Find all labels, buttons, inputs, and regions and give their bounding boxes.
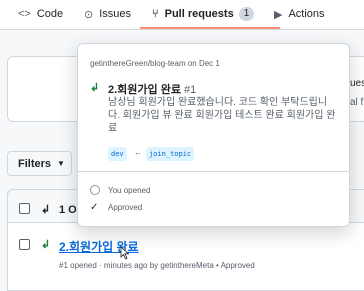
tab-code[interactable]: <> Code <box>18 0 63 28</box>
tab-pull-requests-label: Pull requests <box>164 8 234 20</box>
filters-label: Filters <box>18 157 52 170</box>
tab-pull-requests[interactable]: ⑂ Pull requests 1 <box>152 0 255 28</box>
arrow-left-icon: ← <box>134 148 142 157</box>
row-checkbox[interactable] <box>19 239 30 250</box>
active-tab-underline <box>140 27 280 29</box>
hovercard-divider <box>78 171 349 172</box>
open-pull-request-icon: ↲ <box>90 82 100 94</box>
tab-issues-label: Issues <box>99 8 132 20</box>
base-branch-label[interactable]: dev <box>108 147 127 161</box>
check-icon: ✓ <box>90 202 99 213</box>
code-icon: <> <box>18 8 31 20</box>
hovercard-repo-line[interactable]: getinthereGreen/blog-team on Dec 1 <box>90 59 220 68</box>
hovercard-body: 남상님 회원가입 완료했습니다. 코드 확인 부탁드립니다. 회원가입 뷰 완료… <box>108 97 336 134</box>
tab-actions-label: Actions <box>288 8 325 20</box>
banner-subtext-fragment: al fi <box>350 97 364 108</box>
hovercard-title[interactable]: 2.회원가입 완료 #1 <box>108 81 196 97</box>
pull-request-hovercard: getinthereGreen/blog-team on Dec 1 ↲ 2.회… <box>77 43 350 227</box>
repo-tab-bar: <> Code ⊙ Issues ⑂ Pull requests 1 ▶ Act… <box>0 0 364 30</box>
tab-issues[interactable]: ⊙ Issues <box>84 0 131 28</box>
hovercard-pr-number: #1 <box>183 84 197 96</box>
tab-code-label: Code <box>36 8 64 20</box>
select-all-checkbox[interactable] <box>19 203 30 214</box>
chevron-down-icon: ▼ <box>57 159 65 168</box>
pull-request-meta: #1 opened · minutes ago by getinthereMet… <box>59 261 255 270</box>
head-branch-label[interactable]: join_topic <box>146 147 195 161</box>
pull-requests-count-badge: 1 <box>238 7 255 21</box>
hovercard-title-text: 2.회원가입 완료 <box>108 84 181 96</box>
circle-icon <box>90 185 100 195</box>
pull-request-icon: ↲ <box>41 204 51 216</box>
filters-button[interactable]: Filters ▼ <box>7 151 72 176</box>
tab-actions[interactable]: ▶ Actions <box>274 0 325 28</box>
banner-text-fragment: ues <box>350 78 364 89</box>
status-approved: ✓ Approved <box>90 202 142 213</box>
issues-icon: ⊙ <box>84 8 94 21</box>
open-pull-request-icon: ↲ <box>41 239 51 251</box>
status-approved-label: Approved <box>108 203 143 212</box>
status-opened: You opened <box>90 185 150 195</box>
actions-icon: ▶ <box>274 8 283 21</box>
pull-request-icon: ⑂ <box>152 8 159 20</box>
mouse-cursor-icon <box>120 246 130 260</box>
status-opened-label: You opened <box>108 185 151 195</box>
